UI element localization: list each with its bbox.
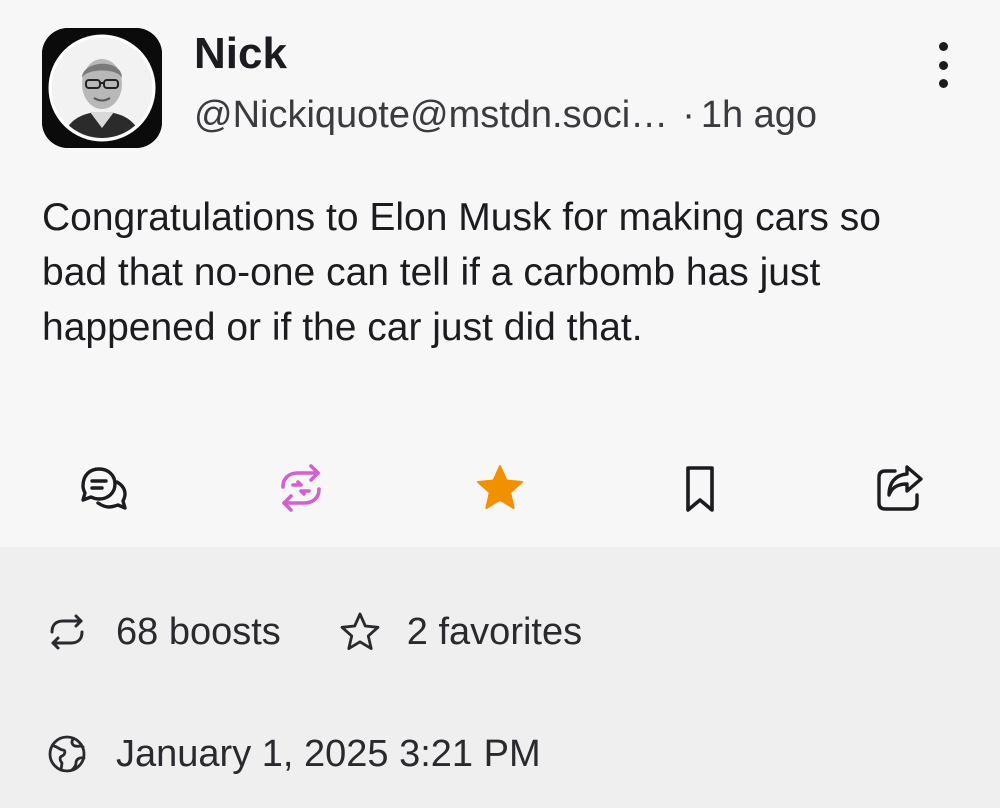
favorites-count: 2 favorites [406,610,583,653]
action-bar [0,450,1000,520]
bookmark-icon [686,466,714,512]
status-card: Nick @Nickiquote@mstdn.soci… · 1h ago Cong… [0,0,1000,547]
more-dot [938,79,948,88]
more-dot [938,60,948,70]
more-options-button[interactable] [925,42,961,88]
boost-button[interactable] [271,458,331,518]
avatar-image [42,28,162,148]
post-timestamp: January 1, 2025 3:21 PM [116,732,541,775]
post-content: Congratulations to Elon Musk for making … [42,196,881,349]
avatar[interactable] [42,28,162,148]
share-button[interactable] [870,458,930,518]
globe-icon [44,731,90,777]
display-name[interactable]: Nick [194,28,287,80]
post-meta: @Nickiquote@mstdn.soci… · 1h ago [194,92,817,138]
bookmark-button[interactable] [670,458,730,518]
reply-button[interactable] [73,458,133,518]
boost-icon [44,609,90,655]
reply-icon [81,467,127,510]
boost-icon [281,464,321,512]
star-outline-icon [337,609,383,655]
account-handle[interactable]: @Nickiquote@mstdn.soci… [194,94,668,136]
favorite-button[interactable] [470,458,530,518]
share-icon [877,465,923,511]
status-details: 68 boosts 2 favorites January 1, 2025 3:… [0,547,1000,808]
star-icon [477,465,523,509]
timestamp-row: January 1, 2025 3:21 PM [44,731,541,777]
boosts-count[interactable]: 68 boosts [116,611,281,654]
more-dot [938,42,948,51]
post-time[interactable]: 1h ago [701,94,817,136]
favorites-link[interactable]: 2 favorites [337,609,582,655]
meta-separator: · [682,94,695,136]
stats-row: 68 boosts 2 favorites [44,609,582,655]
